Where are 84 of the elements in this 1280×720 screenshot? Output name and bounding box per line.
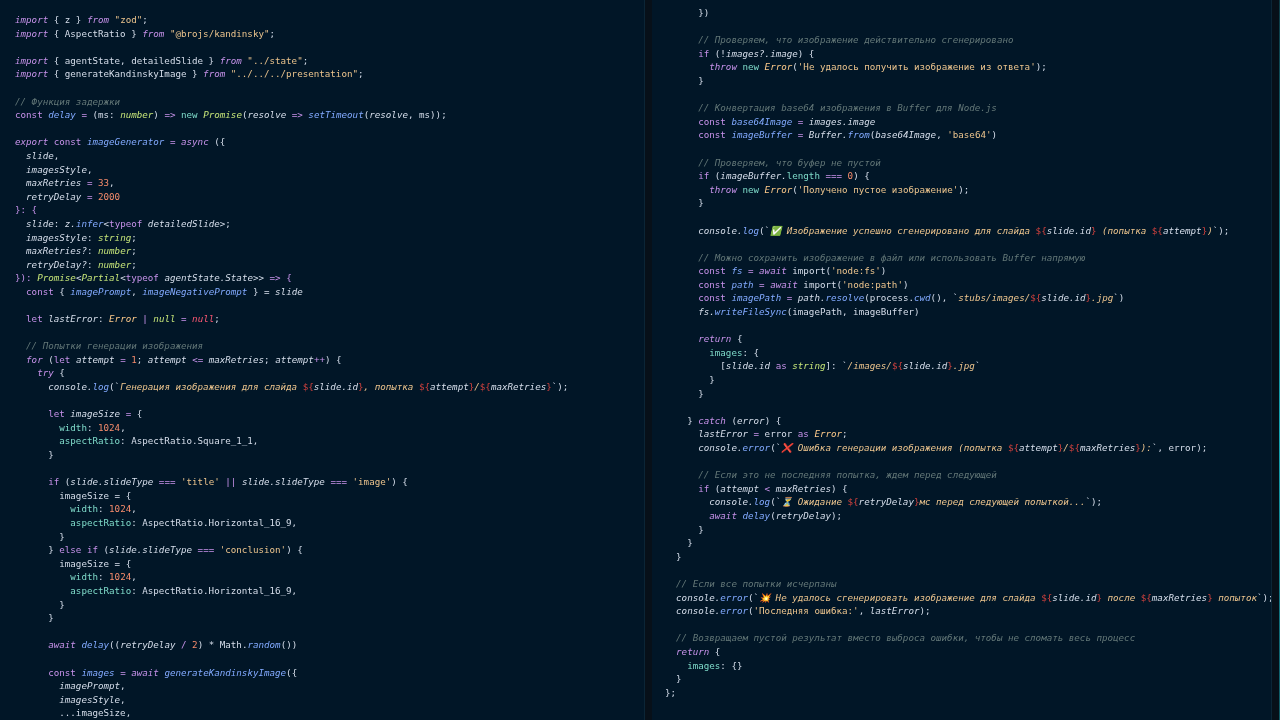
code-line: // Попытки генерации изображения — [25, 339, 204, 353]
code-line: imagesStyle, — [58, 692, 126, 707]
code-line: } else if (slide.slideType === 'conclusion') { — [47, 543, 303, 557]
code-line: console.log(`Генерация изображения для слайда ${slide.id}, попытка ${attempt}/${maxRetries}`); — [47, 380, 569, 394]
code-line: const delay = (ms: number) => new Promise(resolve => setTimeout(resolve, ms)); — [15, 108, 447, 122]
code-line: console.log(`⏳ Ожидание ${retryDelay}мс перед следующей попыткой...`); — [708, 495, 1103, 509]
code-line: } — [58, 529, 65, 544]
code-line: lastError = error as Error; — [697, 427, 848, 441]
code-line: const path = await import('node:path') — [697, 277, 909, 292]
code-line: // Возвращаем пустой результат вместо выброса ошибки, чтобы не сломать весь процесс — [675, 631, 1136, 645]
code-line: retryDelay?: number; — [25, 257, 137, 272]
code-line: // Функция задержки — [15, 94, 121, 109]
code-line: import { agentState, detailedSlide } from "../state"; — [15, 53, 309, 68]
code-line: } — [47, 611, 54, 625]
code-line: aspectRatio: AspectRatio.Horizontal_16_9, — [69, 515, 298, 530]
code-line: console.error(`💥 Не удалось сгенерировать изображение для слайда ${slide.id} после ${maxRetries} попыток`); — [675, 590, 1271, 605]
code-line: } — [675, 672, 682, 686]
code-line: if (imageBuffer.length === 0) { — [697, 169, 870, 183]
code-line: slide: z.infer<typeof detailedSlide>; — [25, 216, 231, 231]
code-line: retryDelay = 2000 — [25, 189, 121, 204]
code-line: console.error('Последняя ошибка:', lastError); — [675, 604, 931, 618]
code-line: let imageSize = { — [47, 407, 143, 421]
code-line: }; — [665, 685, 677, 700]
code-line: slide, — [25, 148, 60, 163]
code-line: console.log(`✅ Изображение успешно сгенерировано для слайда ${slide.id} (попытка ${attempt})`); — [697, 223, 1230, 238]
code-line: const base64Image = images.image — [697, 114, 876, 129]
code-line: const fs = await import('node:fs') — [697, 264, 887, 278]
code-line: return { — [675, 644, 721, 659]
code-line: } — [686, 536, 693, 550]
code-line: [slide.id as string]: `/images/${slide.id}.jpg` — [719, 359, 981, 374]
code-line: aspectRatio: AspectRatio.Horizontal_16_9, — [69, 583, 298, 598]
code-line: console.error(`❌ Ошибка генерации изображения (попытка ${attempt}/${maxRetries}):`, error); — [697, 441, 1208, 455]
code-line: try { — [36, 366, 65, 381]
code-line: imagePrompt, — [58, 679, 126, 693]
code-line: imagesStyle, — [25, 162, 93, 177]
code-line: for (let attempt = 1; attempt <= maxRetries; attempt++) { — [25, 352, 342, 367]
code-line: imageSize = { — [58, 488, 132, 503]
code-line: export const imageGenerator = async ({ — [15, 135, 226, 149]
code-line: } — [697, 73, 704, 88]
code-line: } — [58, 597, 65, 612]
code-line: const imageBuffer = Buffer.from(base64Image, 'base64') — [697, 128, 998, 142]
code-line: // Если все попытки исчерпаны — [675, 576, 837, 591]
code-line: // Если это не последняя попытка, ждем перед следующей — [697, 468, 997, 482]
code-line: await delay((retryDelay / 2) * Math.random()) — [47, 638, 298, 652]
code-line: const { imagePrompt, imageNegativePrompt } = slide — [25, 284, 303, 299]
code-line: }: { — [15, 203, 38, 217]
code-line: // Можно сохранить изображение в файл или использовать Buffer напрямую — [697, 250, 1086, 265]
code-line: imageSize = { — [58, 556, 132, 571]
code-line: import { generateKandinskyImage } from "../../../presentation"; — [15, 67, 364, 81]
code-line: } — [708, 373, 715, 387]
code-line: images: { — [708, 345, 760, 360]
code-line: images: {} — [686, 658, 743, 673]
code-line: import { AspectRatio } from "@brojs/kandinsky"; — [15, 26, 276, 41]
code-line: fs.writeFileSync(imagePath, imageBuffer) — [697, 305, 920, 319]
code-line: return { — [697, 332, 743, 346]
code-line: maxRetries = 33, — [25, 176, 115, 190]
code-line: aspectRatio: AspectRatio.Square_1_1, — [58, 434, 259, 448]
code-line: ...imageSize, — [58, 706, 132, 720]
code-line: let lastError: Error | null = null; — [25, 312, 220, 326]
code-line: } — [697, 196, 704, 210]
code-line: const images = await generateKandinskyImage({ — [47, 665, 298, 680]
code-line: } — [675, 549, 682, 564]
code-line: throw new Error('Не удалось получить изображение из ответа'); — [708, 60, 1047, 74]
code-line: await delay(retryDelay); — [708, 508, 843, 523]
code-line: }): Promise<Partial<typeof agentState.State>> => { — [15, 271, 292, 285]
code-line: width: 1024, — [69, 570, 137, 584]
code-line: }) — [697, 6, 710, 20]
code-line: maxRetries?: number; — [25, 244, 137, 258]
code-line: throw new Error('Получено пустое изображение'); — [708, 182, 970, 197]
code-line: } catch (error) { — [686, 413, 782, 428]
code-line: const imagePath = path.resolve(process.cwd(), `stubs/images/${slide.id}.jpg`) — [697, 291, 1125, 306]
code-line: width: 1024, — [69, 502, 137, 516]
code-line: // Проверяем, что изображение действительно сгенерировано — [697, 33, 1014, 47]
code-line: } — [47, 448, 54, 462]
code-line: imagesStyle: string; — [25, 230, 137, 245]
code-line: if (!images?.image) { — [697, 46, 815, 61]
code-line: width: 1024, — [58, 420, 126, 435]
code-line: // Конвертация base64 изображения в Buffer для Node.js — [697, 101, 997, 115]
code-line: } — [697, 522, 704, 537]
code-line: if (attempt < maxRetries) { — [697, 481, 848, 496]
code-line: // Проверяем, что буфер не пустой — [697, 155, 881, 170]
code-line: if (slide.slideType === 'title' || slide.slideType === 'image') { — [47, 475, 408, 489]
code-line: import { z } from "zod"; — [15, 13, 148, 27]
code-line: } — [697, 386, 704, 401]
